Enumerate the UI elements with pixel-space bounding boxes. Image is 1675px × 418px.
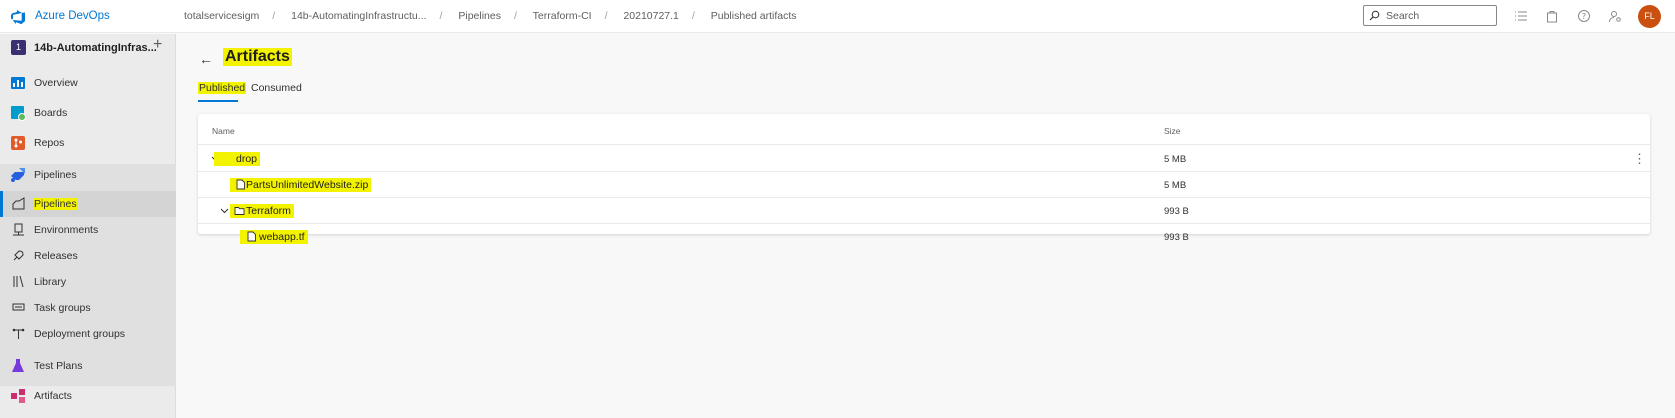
artifacts-table: Name Size drop 5 MB ⋮ PartsUnlimitedWebs… — [198, 114, 1650, 244]
boards-icon — [11, 106, 26, 121]
table-row[interactable]: Terraform 993 B — [198, 198, 1650, 224]
column-header-size[interactable]: Size — [1164, 126, 1181, 136]
sidebar-item-pipelines[interactable]: Pipelines — [0, 161, 176, 189]
breadcrumb-project[interactable]: 14b-AutomatingInfrastructu... — [291, 10, 426, 22]
add-icon[interactable]: + — [153, 36, 162, 54]
library-icon — [13, 275, 24, 288]
sidebar-subitem-library[interactable]: Library — [0, 269, 176, 295]
search-icon — [1369, 10, 1380, 21]
folder-icon — [234, 207, 245, 215]
breadcrumb-run[interactable]: 20210727.1 — [623, 10, 678, 22]
file-size: 5 MB — [1164, 180, 1187, 191]
sidebar-item-label: Artifacts — [34, 390, 72, 402]
table-row[interactable]: webapp.tf 993 B — [198, 224, 1650, 250]
file-name[interactable]: PartsUnlimitedWebsite.zip — [230, 178, 372, 192]
environments-icon — [13, 223, 24, 236]
page-title: Artifacts — [223, 48, 292, 66]
sidebar-subitem-label: Pipelines — [34, 198, 77, 210]
main-content: ← Artifacts Published Consumed Name Size… — [177, 34, 1675, 418]
search-placeholder: Search — [1386, 10, 1420, 22]
sidebar: 1 14b-AutomatingInfras... + Overview Boa… — [0, 34, 176, 418]
artifact-name[interactable]: drop — [214, 152, 261, 166]
svg-text:?: ? — [1582, 12, 1586, 21]
tab-consumed[interactable]: Consumed — [250, 82, 303, 94]
project-selector[interactable]: 1 14b-AutomatingInfras... + — [0, 34, 176, 62]
sidebar-subitem-environments[interactable]: Environments — [0, 217, 176, 243]
search-input[interactable]: Search — [1363, 5, 1497, 26]
table-row[interactable]: drop 5 MB ⋮ — [198, 146, 1650, 172]
sidebar-item-boards[interactable]: Boards — [0, 99, 176, 127]
project-badge: 1 — [11, 40, 26, 55]
help-icon[interactable]: ? — [1577, 9, 1591, 23]
list-icon[interactable] — [1514, 9, 1528, 23]
top-bar: Azure DevOps totalservicesigm/ 14b-Autom… — [0, 0, 1675, 33]
sidebar-item-overview[interactable]: Overview — [0, 69, 176, 97]
deployment-groups-icon — [12, 328, 25, 339]
sidebar-subitem-label: Library — [34, 276, 67, 288]
back-arrow-icon[interactable]: ← — [199, 51, 213, 67]
sidebar-item-label: Pipelines — [34, 169, 77, 181]
test-plans-icon — [12, 359, 24, 372]
releases-icon — [13, 250, 24, 261]
shopping-bag-icon[interactable] — [1545, 9, 1559, 23]
sidebar-subitem-deployment-groups[interactable]: Deployment groups — [0, 321, 176, 347]
breadcrumb-pipelines[interactable]: Pipelines — [458, 10, 501, 22]
project-name[interactable]: 14b-AutomatingInfras... — [34, 42, 157, 54]
pipelines-icon — [11, 168, 25, 182]
pipelines-sub-icon — [12, 197, 25, 210]
artifact-size: 5 MB — [1164, 154, 1187, 165]
more-options-icon[interactable]: ⋮ — [1633, 151, 1646, 167]
sidebar-item-label: Overview — [34, 77, 78, 89]
chevron-down-icon[interactable] — [220, 206, 229, 215]
repos-icon — [11, 136, 25, 150]
breadcrumb-organization[interactable]: totalservicesigm — [184, 10, 259, 22]
azure-devops-logo-icon[interactable] — [10, 9, 26, 25]
sidebar-subitem-label: Task groups — [34, 302, 91, 314]
table-row[interactable]: PartsUnlimitedWebsite.zip 5 MB — [198, 172, 1650, 198]
sidebar-subitem-task-groups[interactable]: Task groups — [0, 295, 176, 321]
file-size: 993 B — [1164, 232, 1189, 243]
user-settings-icon[interactable] — [1608, 9, 1622, 23]
brand-name[interactable]: Azure DevOps — [35, 10, 110, 22]
sidebar-item-repos[interactable]: Repos — [0, 129, 176, 157]
sidebar-subitem-pipelines[interactable]: Pipelines — [0, 191, 176, 217]
task-groups-icon — [12, 303, 25, 311]
sidebar-subitem-label: Deployment groups — [34, 328, 126, 340]
tab-selected-indicator — [198, 100, 238, 102]
sidebar-item-artifacts[interactable]: Artifacts — [0, 382, 176, 410]
file-icon — [247, 231, 256, 242]
breadcrumb-current: Published artifacts — [710, 10, 797, 22]
sidebar-item-label: Repos — [34, 137, 65, 149]
breadcrumb-pipeline[interactable]: Terraform-CI — [533, 10, 592, 22]
sidebar-subitem-label: Releases — [34, 250, 78, 262]
breadcrumb: totalservicesigm/ 14b-AutomatingInfrastr… — [184, 10, 797, 22]
column-header-name[interactable]: Name — [212, 126, 235, 136]
file-icon — [236, 179, 245, 190]
sidebar-item-test-plans[interactable]: Test Plans — [0, 352, 176, 380]
sidebar-subitem-releases[interactable]: Releases — [0, 243, 176, 269]
overview-icon — [11, 77, 25, 89]
sidebar-item-label: Boards — [34, 107, 68, 119]
table-header: Name Size — [198, 114, 1650, 145]
sidebar-item-label: Test Plans — [34, 360, 83, 372]
sidebar-subitem-label: Environments — [34, 224, 99, 236]
folder-size: 993 B — [1164, 206, 1189, 217]
artifacts-icon — [11, 389, 25, 403]
tab-published[interactable]: Published — [198, 82, 247, 94]
avatar[interactable]: FL — [1638, 5, 1661, 28]
